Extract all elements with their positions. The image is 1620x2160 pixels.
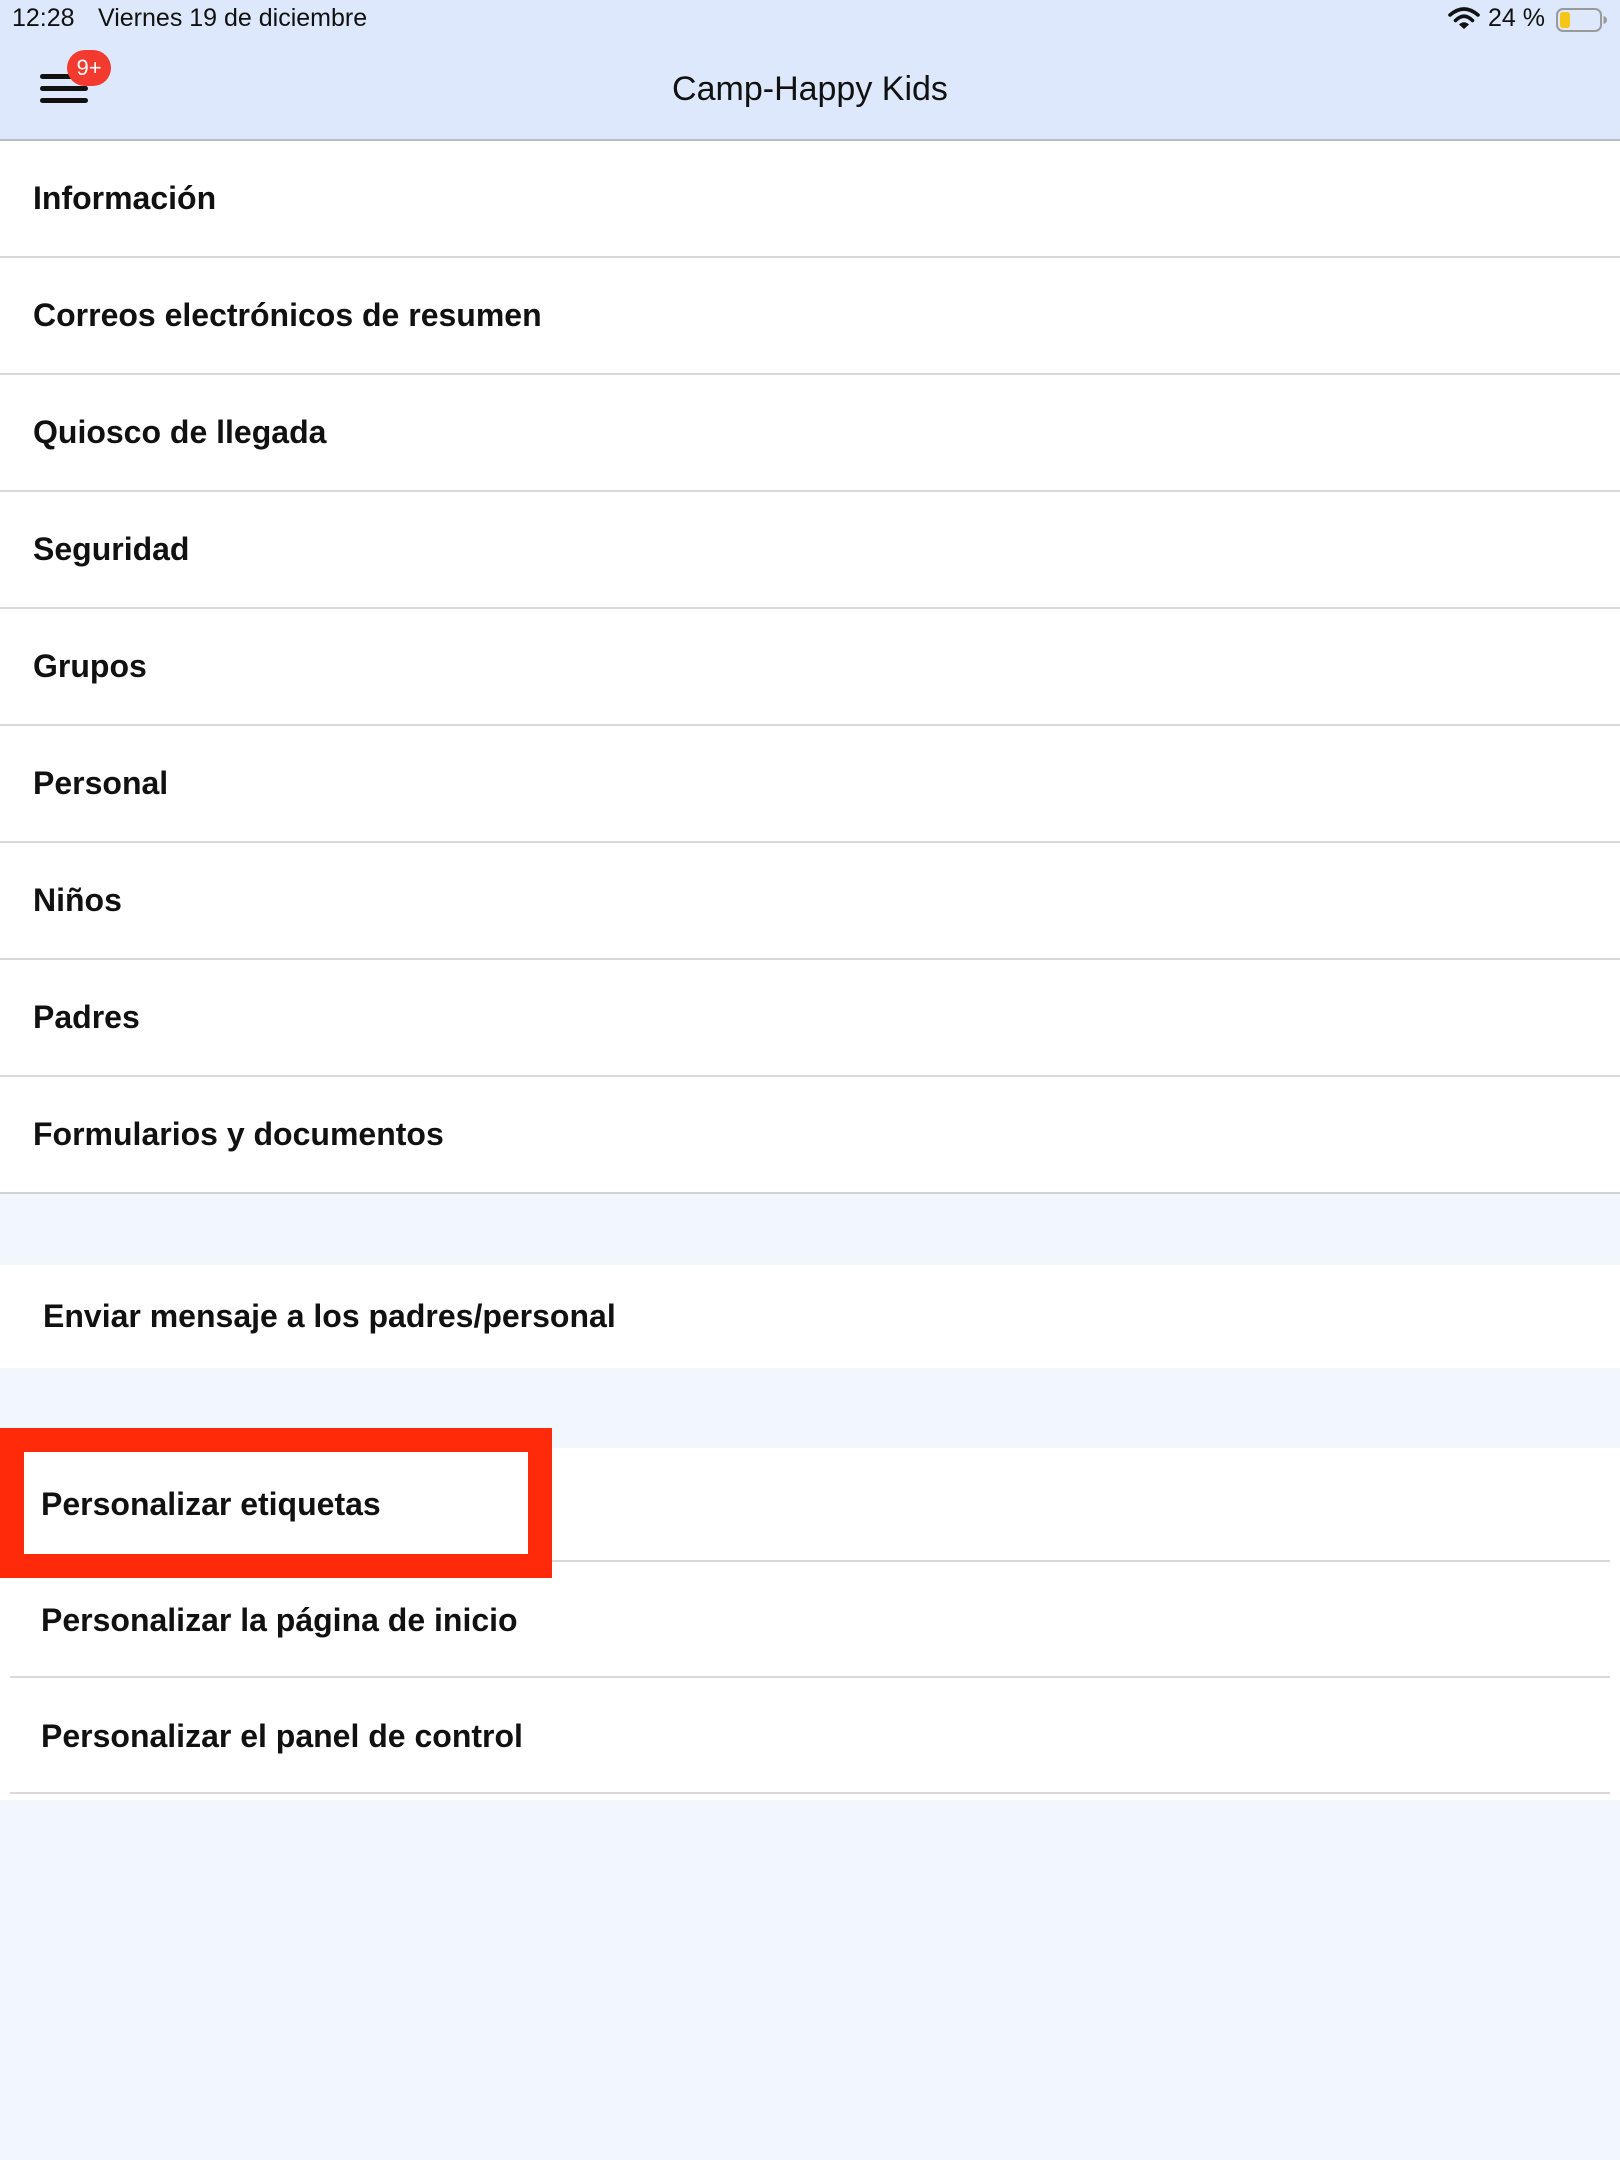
battery-icon [1556,8,1607,32]
menu-item-correos-resumen[interactable]: Correos electrónicos de resumen [0,258,1620,375]
customize-labels-button[interactable]: Personalizar etiquetas [10,1448,1610,1562]
menu-item-informacion[interactable]: Información [0,141,1620,258]
menu-item-personal[interactable]: Personal [0,726,1620,843]
customize-home-page-button[interactable]: Personalizar la página de inicio [10,1564,1610,1678]
top-bar: 12:28 Viernes 19 de diciembre 24 % 9+ Ca… [0,0,1620,141]
menu-item-quiosco-llegada[interactable]: Quiosco de llegada [0,375,1620,492]
menu-item-seguridad[interactable]: Seguridad [0,492,1620,609]
menu-item-grupos[interactable]: Grupos [0,609,1620,726]
status-date: Viernes 19 de diciembre [98,4,368,32]
page-title: Camp-Happy Kids [672,70,948,108]
menu-item-padres[interactable]: Padres [0,960,1620,1077]
send-message-button[interactable]: Enviar mensaje a los padres/personal [0,1265,1620,1368]
wifi-icon [1448,7,1480,29]
menu-item-ninos[interactable]: Niños [0,843,1620,960]
customize-group: Personalizar etiquetas Personalizar la p… [0,1448,1620,1800]
battery-percentage: 24 % [1488,4,1545,32]
status-time: 12:28 [12,4,75,32]
settings-list: Información Correos electrónicos de resu… [0,141,1620,1194]
customize-dashboard-button[interactable]: Personalizar el panel de control [10,1680,1610,1794]
menu-item-formularios-documentos[interactable]: Formularios y documentos [0,1077,1620,1194]
